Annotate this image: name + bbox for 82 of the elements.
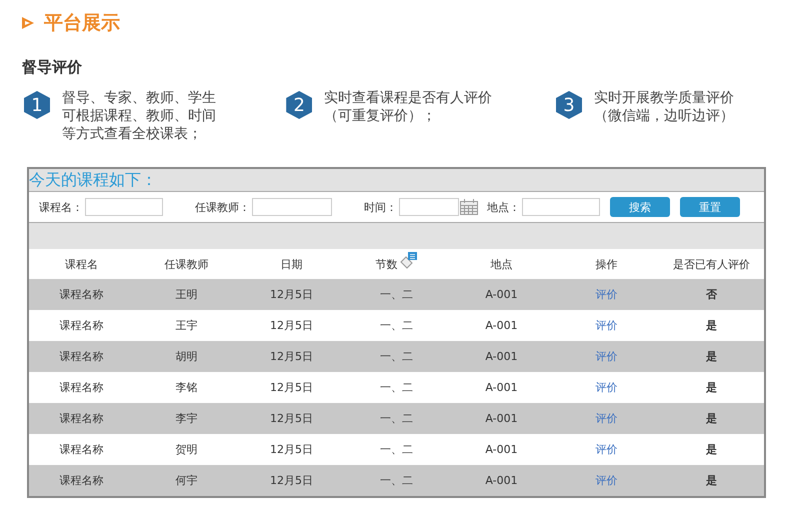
table-cell: 王明 xyxy=(176,287,198,302)
evaluate-link[interactable]: 评价 xyxy=(596,380,618,395)
table-cell: 胡明 xyxy=(176,349,198,364)
table-cell: 李铭 xyxy=(176,380,198,395)
table-cell: 是 xyxy=(706,318,717,333)
column-header: 地点 xyxy=(490,256,512,272)
table-cell: A-001 xyxy=(485,381,518,394)
column-header: 节数 xyxy=(376,256,398,272)
column-header: 操作 xyxy=(596,256,618,272)
input-field[interactable] xyxy=(85,198,163,216)
step-description-line: 可根据课程、教师、时间 xyxy=(62,107,216,125)
table-cell: A-001 xyxy=(485,412,518,425)
evaluate-link[interactable]: 评价 xyxy=(596,349,618,364)
table-cell: 一、二 xyxy=(380,473,413,488)
action-button[interactable]: 搜索 xyxy=(610,197,670,217)
table-cell: 何宇 xyxy=(176,473,198,488)
triangle-icon xyxy=(20,15,36,31)
table-cell: 一、二 xyxy=(380,380,413,395)
filter-label: 地点： xyxy=(487,200,520,214)
table-cell: 12月5日 xyxy=(270,411,313,426)
table-cell: A-001 xyxy=(485,288,518,301)
table-cell: A-001 xyxy=(485,474,518,487)
evaluate-link[interactable]: 评价 xyxy=(596,318,618,333)
table-cell: 一、二 xyxy=(380,318,413,333)
step-number-badge: 2 xyxy=(286,91,312,119)
table-cell: 课程名称 xyxy=(60,318,104,333)
column-header: 日期 xyxy=(280,256,302,272)
table-cell: 课程名称 xyxy=(60,442,104,457)
step-number-badge: 1 xyxy=(24,91,50,119)
date-field[interactable] xyxy=(399,198,459,216)
table-cell: 12月5日 xyxy=(270,318,313,333)
evaluate-link[interactable]: 评价 xyxy=(596,411,618,426)
table-cell: 12月5日 xyxy=(270,287,313,302)
calendar-icon[interactable] xyxy=(459,198,479,216)
column-header: 任课教师 xyxy=(164,256,208,272)
table-cell: 12月5日 xyxy=(270,473,313,488)
filter-label: 时间： xyxy=(364,200,397,214)
table-cell: 贺明 xyxy=(176,442,198,457)
table-cell: 是 xyxy=(706,473,717,488)
input-field[interactable] xyxy=(252,198,332,216)
table-cell: A-001 xyxy=(485,350,518,363)
action-button[interactable]: 重置 xyxy=(680,197,740,217)
table-cell: 否 xyxy=(706,287,717,302)
step-description-line: （可重复评价）； xyxy=(324,107,436,125)
filter-label: 课程名： xyxy=(39,200,83,214)
evaluate-link[interactable]: 评价 xyxy=(596,473,618,488)
step-description-line: 督导、专家、教师、学生 xyxy=(62,89,216,107)
step-description-line: 实时开展教学质量评价 xyxy=(594,89,734,107)
column-header: 课程名 xyxy=(65,256,98,272)
table-cell: 12月5日 xyxy=(270,349,313,364)
note-icon[interactable] xyxy=(400,251,418,269)
table-cell: 是 xyxy=(706,442,717,457)
table-cell: 12月5日 xyxy=(270,442,313,457)
table-cell: 是 xyxy=(706,349,717,364)
table-cell: 是 xyxy=(706,380,717,395)
table-cell: A-001 xyxy=(485,443,518,456)
step-description-line: 实时查看课程是否有人评价 xyxy=(324,89,492,107)
filter-label: 任课教师： xyxy=(195,200,250,214)
step-description-line: （微信端，边听边评） xyxy=(594,107,734,125)
table-cell: 一、二 xyxy=(380,442,413,457)
table-cell: 是 xyxy=(706,411,717,426)
column-header: 是否已有人评价 xyxy=(673,256,750,272)
table-cell: 一、二 xyxy=(380,411,413,426)
table-cell: 李宇 xyxy=(176,411,198,426)
step-description-line: 等方式查看全校课表； xyxy=(62,125,202,143)
table-cell: A-001 xyxy=(485,319,518,332)
table-cell: 一、二 xyxy=(380,349,413,364)
table-cell: 课程名称 xyxy=(60,349,104,364)
table-cell: 一、二 xyxy=(380,287,413,302)
table-cell: 课程名称 xyxy=(60,287,104,302)
table-cell: 课程名称 xyxy=(60,473,104,488)
table-cell: 课程名称 xyxy=(60,380,104,395)
step-number-badge: 3 xyxy=(556,91,582,119)
window-title: 今天的课程如下： xyxy=(29,169,764,192)
table-cell: 课程名称 xyxy=(60,411,104,426)
input-field[interactable] xyxy=(522,198,600,216)
section-heading: 督导评价 xyxy=(22,58,83,77)
table-cell: 王宇 xyxy=(176,318,198,333)
table-cell: 12月5日 xyxy=(270,380,313,395)
evaluate-link[interactable]: 评价 xyxy=(596,442,618,457)
evaluate-link[interactable]: 评价 xyxy=(596,287,618,302)
page-heading: 平台展示 xyxy=(44,11,120,36)
